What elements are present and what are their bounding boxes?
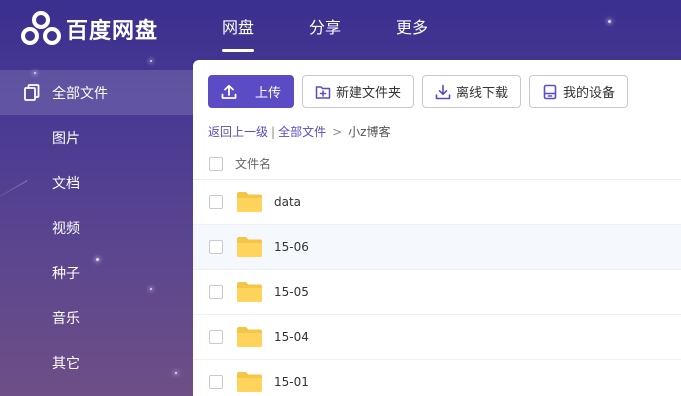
row-checkbox[interactable] xyxy=(209,330,223,344)
file-name: data xyxy=(274,195,302,209)
row-checkbox[interactable] xyxy=(209,240,223,254)
file-name: 15-01 xyxy=(274,375,309,389)
file-name: 15-04 xyxy=(274,330,309,344)
toolbar: 上传 新建文件夹 离线下载 我的设备 xyxy=(208,75,636,108)
upload-icon xyxy=(221,84,237,99)
sidebar-item-videos[interactable]: 视频 xyxy=(0,205,193,250)
row-checkbox[interactable] xyxy=(209,375,223,389)
download-icon xyxy=(435,84,451,99)
new-folder-button[interactable]: 新建文件夹 xyxy=(302,75,415,108)
sidebar-item-label: 种子 xyxy=(52,265,80,282)
top-navigation: 网盘 分享 更多 xyxy=(222,0,483,60)
app-name: 百度网盘 xyxy=(66,19,159,44)
app-logo[interactable]: 百度网盘 xyxy=(20,11,158,47)
breadcrumb-separator: > xyxy=(332,125,343,139)
topnav-item-pan[interactable]: 网盘 xyxy=(222,0,255,60)
sidebar-item-label: 文档 xyxy=(52,175,80,192)
folder-icon xyxy=(237,282,262,302)
sidebar-item-label: 图片 xyxy=(52,130,80,147)
row-checkbox[interactable] xyxy=(209,195,223,209)
my-devices-button-label: 我的设备 xyxy=(563,86,616,101)
my-devices-button[interactable]: 我的设备 xyxy=(529,75,629,108)
breadcrumb-current: 小z博客 xyxy=(348,125,391,139)
sidebar-item-music[interactable]: 音乐 xyxy=(0,295,193,340)
breadcrumb-divider: | xyxy=(271,125,276,139)
topnav-item-more[interactable]: 更多 xyxy=(396,0,428,60)
star-decoration xyxy=(150,60,152,62)
file-row[interactable]: 15-01 xyxy=(193,360,681,396)
column-header-filename: 文件名 xyxy=(235,157,272,171)
baidu-cloud-logo-icon xyxy=(21,11,61,45)
folder-icon xyxy=(237,372,262,392)
file-name: 15-06 xyxy=(274,240,309,254)
sidebar-item-images[interactable]: 图片 xyxy=(0,115,193,160)
file-row[interactable]: 15-04 xyxy=(193,315,681,360)
row-checkbox[interactable] xyxy=(209,285,223,299)
new-folder-button-label: 新建文件夹 xyxy=(336,86,402,101)
file-row[interactable]: 15-05 xyxy=(193,270,681,315)
sidebar-item-label: 视频 xyxy=(52,220,80,237)
folder-icon xyxy=(237,237,262,257)
upload-button-label: 上传 xyxy=(255,86,282,101)
file-panel: 上传 新建文件夹 离线下载 我的设备 返回上一级 | 全部文件 > 小z博客 文… xyxy=(193,60,681,396)
breadcrumb-all-files-link[interactable]: 全部文件 xyxy=(278,125,326,139)
top-bar: 百度网盘 网盘 分享 更多 xyxy=(0,0,681,60)
file-row[interactable]: 15-06 xyxy=(193,225,681,270)
folder-icon xyxy=(237,192,262,212)
file-row[interactable]: data xyxy=(193,180,681,225)
sidebar-item-label: 音乐 xyxy=(52,310,80,327)
file-list: data 15-06 15-05 15-04 15-01 xyxy=(193,180,681,396)
offline-download-button[interactable]: 离线下载 xyxy=(422,75,522,108)
topnav-item-share[interactable]: 分享 xyxy=(309,0,341,60)
sidebar-item-label: 其它 xyxy=(52,355,80,372)
files-icon xyxy=(24,84,40,101)
folder-icon xyxy=(237,327,262,347)
sidebar-item-label: 全部文件 xyxy=(52,85,108,102)
sidebar-item-torrents[interactable]: 种子 xyxy=(0,250,193,295)
breadcrumb-back-link[interactable]: 返回上一级 xyxy=(208,125,268,139)
sidebar-item-all-files[interactable]: 全部文件 xyxy=(0,70,193,115)
breadcrumb: 返回上一级 | 全部文件 > 小z博客 xyxy=(208,123,390,140)
select-all-checkbox[interactable] xyxy=(209,156,223,171)
file-name: 15-05 xyxy=(274,285,309,299)
sidebar-item-documents[interactable]: 文档 xyxy=(0,160,193,205)
file-list-header: 文件名 xyxy=(193,148,681,180)
offline-download-button-label: 离线下载 xyxy=(456,86,509,101)
upload-button[interactable]: 上传 xyxy=(208,75,294,108)
new-folder-icon xyxy=(315,85,331,99)
sidebar-item-other[interactable]: 其它 xyxy=(0,340,193,385)
sidebar: 全部文件 图片 文档 视频 种子 音乐 其它 xyxy=(0,70,193,385)
device-icon xyxy=(543,84,557,99)
